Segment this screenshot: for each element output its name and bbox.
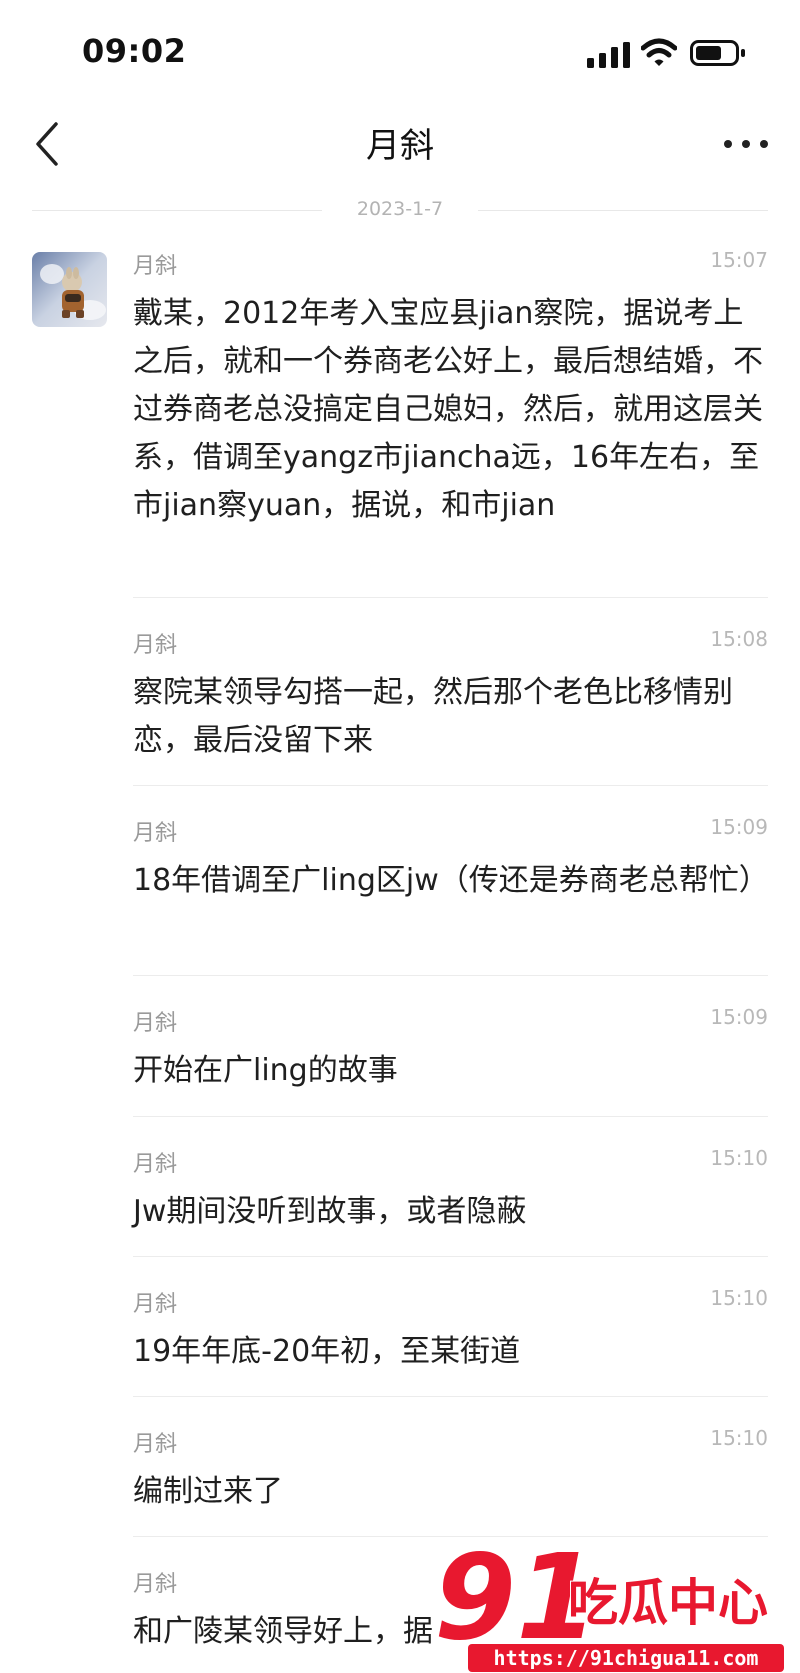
date-divider: 2023-1-7 [32, 196, 768, 226]
cellular-signal-icon [587, 42, 630, 68]
page-title: 月斜 [366, 126, 434, 166]
divider-line [32, 210, 322, 211]
message-item: 月斜 15:09 开始在广ling的故事 [133, 1005, 768, 1105]
status-time: 09:02 [82, 32, 187, 70]
battery-icon [690, 40, 745, 66]
message-separator [133, 1256, 768, 1257]
message-text: 开始在广ling的故事 [133, 1053, 398, 1088]
sender-name: 月斜 [133, 1011, 178, 1036]
watermark-logo: 91 吃瓜中心 https://91chigua11.com [433, 1527, 784, 1672]
sender-name: 月斜 [133, 1432, 178, 1457]
message-text: 编制过来了 [133, 1474, 283, 1509]
nav-bar: 月斜 [0, 100, 800, 190]
avatar-image [32, 252, 107, 327]
message-text: 19年年底-20年初，至某街道 [133, 1334, 521, 1369]
watermark-url: https://91chigua11.com [494, 1646, 759, 1670]
message-time: 15:09 [710, 815, 768, 839]
message-separator [133, 1116, 768, 1117]
message-separator [133, 975, 768, 976]
message-time: 15:09 [710, 1005, 768, 1029]
sender-name: 月斜 [133, 633, 178, 658]
watermark-brand: 吃瓜中心 [568, 1574, 768, 1632]
date-label: 2023-1-7 [356, 198, 444, 220]
status-bar: 09:02 [0, 0, 800, 100]
message-text: Jw期间没听到故事，或者隐蔽 [133, 1194, 527, 1229]
sender-name: 月斜 [133, 1572, 178, 1597]
message-item: 月斜 15:10 Jw期间没听到故事，或者隐蔽 [133, 1146, 768, 1246]
wifi-icon [641, 38, 677, 66]
message-time: 15:07 [710, 248, 768, 272]
divider-line [478, 210, 768, 211]
message-time: 15:10 [710, 1286, 768, 1310]
message-item: 月斜 15:08 察院某领导勾搭一起，然后那个老色比移情别恋，最后没留下来 [133, 627, 768, 767]
message-text: 18年借调至广ling区jw（传还是券商老总帮忙） [133, 863, 769, 898]
message-item: 月斜 15:07 戴某，2012年考入宝应县jian察院，据说考上之后，就和一个… [133, 248, 768, 548]
sender-name: 月斜 [133, 1292, 178, 1317]
message-text: 戴某，2012年考入宝应县jian察院，据说考上之后，就和一个券商老公好上，最后… [133, 296, 763, 523]
sender-name: 月斜 [133, 1152, 178, 1177]
message-separator [133, 1396, 768, 1397]
message-text: 察院某领导勾搭一起，然后那个老色比移情别恋，最后没留下来 [133, 675, 733, 758]
sender-name: 月斜 [133, 821, 178, 846]
avatar[interactable] [32, 252, 107, 327]
sender-name: 月斜 [133, 254, 178, 279]
message-time: 15:10 [710, 1426, 768, 1450]
message-item: 月斜 15:09 18年借调至广ling区jw（传还是券商老总帮忙） [133, 815, 769, 955]
message-time: 15:08 [710, 627, 768, 651]
message-time: 15:10 [710, 1146, 768, 1170]
message-separator [133, 785, 768, 786]
message-item: 月斜 15:10 编制过来了 [133, 1426, 768, 1526]
more-dots-icon[interactable] [718, 122, 774, 166]
message-item: 月斜 15:10 19年年底-20年初，至某街道 [133, 1286, 768, 1386]
message-separator [133, 597, 768, 598]
